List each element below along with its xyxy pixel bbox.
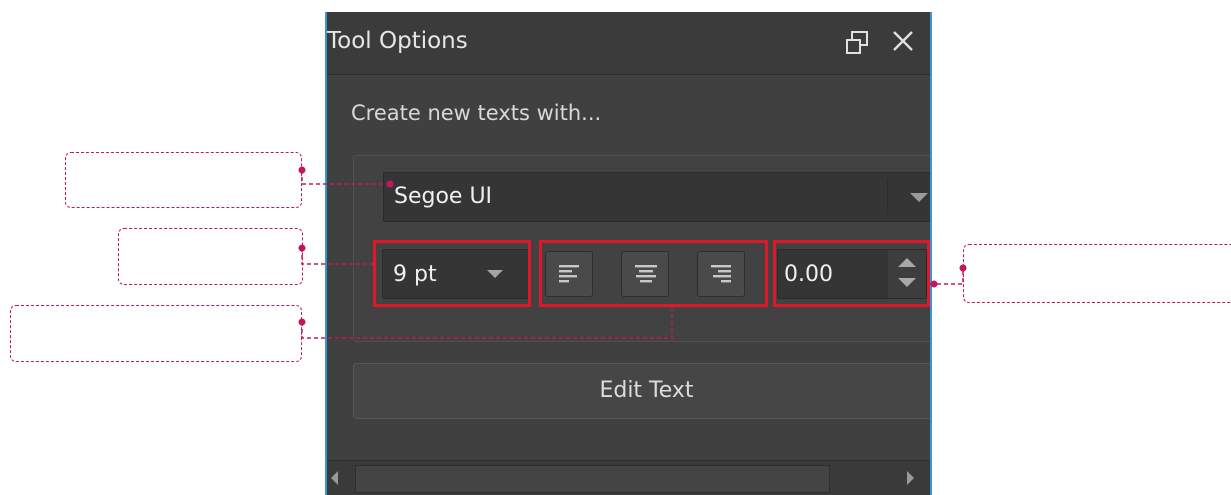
callout-leader-lines: [298, 166, 967, 339]
